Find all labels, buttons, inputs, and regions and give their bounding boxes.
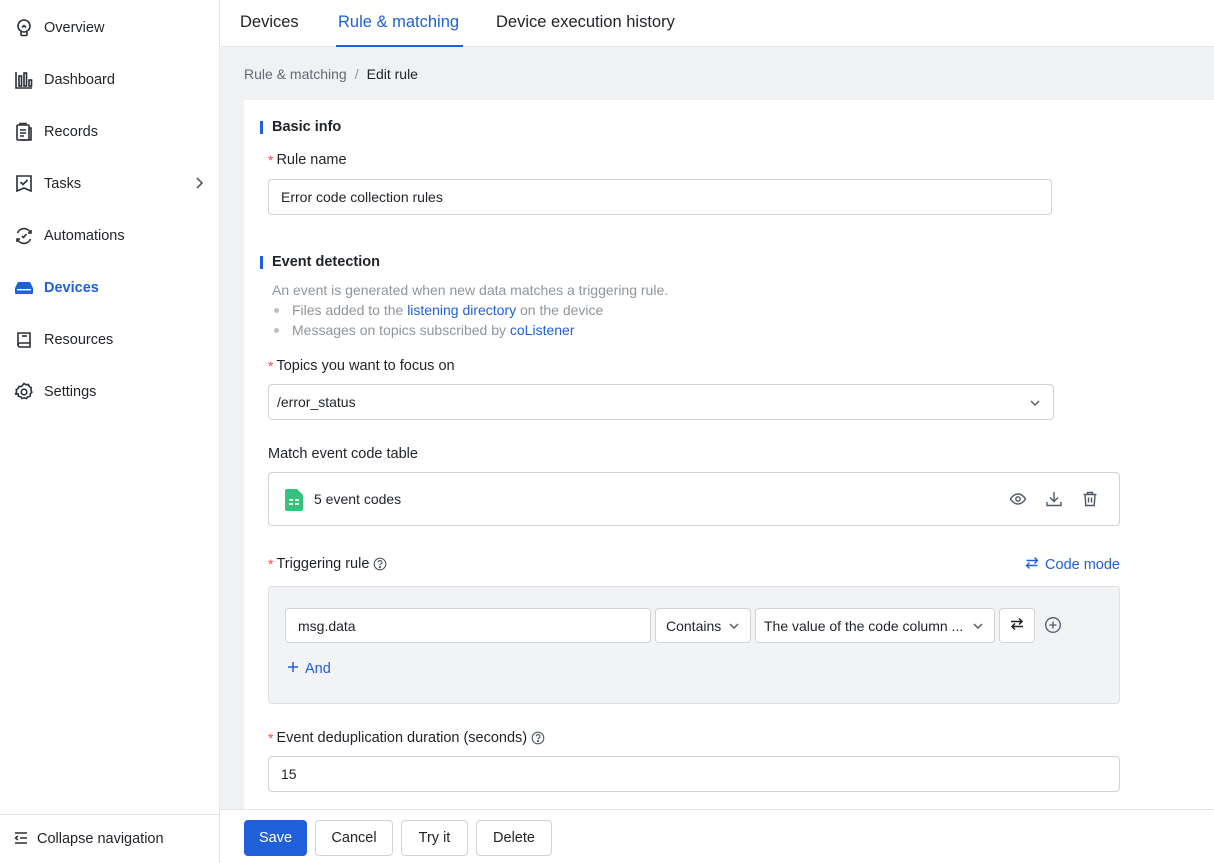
clipboard-icon <box>13 121 35 143</box>
breadcrumb-current: Edit rule <box>366 66 418 82</box>
tab-rule-matching[interactable]: Rule & matching <box>335 0 464 47</box>
chevron-down-icon <box>1029 396 1041 412</box>
chevron-down-icon <box>972 619 984 635</box>
section-title-event-detection: Event detection <box>260 254 380 270</box>
rule-form: Basic info * Rule name Error code collec… <box>244 100 1214 810</box>
sidebar: Overview Dashboard Records Tasks Automat… <box>0 0 220 863</box>
sidebar-item-devices[interactable]: Devices <box>0 262 219 314</box>
bar-chart-icon <box>13 69 35 91</box>
match-table-label: Match event code table <box>268 446 418 462</box>
required-marker: * <box>268 152 274 168</box>
triggering-rule-label: * Triggering rule <box>268 556 387 572</box>
add-condition-icon[interactable] <box>1044 616 1062 637</box>
sidebar-item-settings[interactable]: Settings <box>0 366 219 418</box>
sidebar-item-resources[interactable]: Resources <box>0 314 219 366</box>
rule-value: The value of the code column ... <box>764 617 964 634</box>
list-item: Messages on topics subscribed by coListe… <box>274 322 574 338</box>
sidebar-item-tasks[interactable]: Tasks <box>0 158 219 210</box>
sidebar-item-label: Devices <box>44 280 99 296</box>
sidebar-item-label: Resources <box>44 332 114 348</box>
book-icon <box>13 329 35 351</box>
dedup-duration-label: * Event deduplication duration (seconds) <box>268 730 545 746</box>
task-checklist-icon <box>13 173 35 195</box>
topics-label: * Topics you want to focus on <box>268 358 455 374</box>
device-icon <box>13 277 35 299</box>
spreadsheet-icon <box>285 489 303 514</box>
trash-icon[interactable] <box>1081 490 1099 511</box>
lightbulb-icon <box>13 17 35 39</box>
rule-operator-value: Contains <box>666 617 722 634</box>
collapse-navigation-button[interactable]: Collapse navigation <box>0 814 219 863</box>
gear-icon <box>13 381 35 403</box>
swap-icon <box>1009 616 1025 635</box>
sidebar-item-overview[interactable]: Overview <box>0 2 219 54</box>
topics-select[interactable]: /error_status <box>268 384 1054 420</box>
collapse-navigation-label: Collapse navigation <box>37 831 164 847</box>
sidebar-item-label: Tasks <box>44 176 82 192</box>
chevron-right-icon <box>193 176 205 193</box>
sidebar-item-label: Records <box>44 124 98 140</box>
event-detection-description: An event is generated when new data matc… <box>272 282 669 298</box>
rule-field-input[interactable]: msg.data <box>285 608 651 643</box>
eye-icon[interactable] <box>1009 490 1027 511</box>
event-code-count: 5 event codes <box>314 491 402 507</box>
sidebar-item-label: Dashboard <box>44 72 115 88</box>
rule-operator-select[interactable]: Contains <box>655 608 751 643</box>
section-title-basic-info: Basic info <box>260 119 341 135</box>
list-item: Files added to the listening directory o… <box>274 302 603 318</box>
tab-device-execution-history[interactable]: Device execution history <box>496 0 675 47</box>
listening-directory-link[interactable]: listening directory <box>407 302 516 318</box>
swap-operands-button[interactable] <box>999 608 1035 643</box>
breadcrumb: Rule & matching / Edit rule <box>244 66 418 82</box>
try-it-button[interactable]: Try it <box>401 820 468 856</box>
chevron-down-icon <box>728 619 740 635</box>
topics-select-value: /error_status <box>277 394 356 410</box>
cancel-button[interactable]: Cancel <box>315 820 393 856</box>
collapse-menu-icon <box>13 830 29 849</box>
sidebar-item-records[interactable]: Records <box>0 106 219 158</box>
event-code-table-file: 5 event codes <box>268 472 1120 526</box>
tab-devices[interactable]: Devices <box>240 0 299 47</box>
sidebar-item-dashboard[interactable]: Dashboard <box>0 54 219 106</box>
download-icon[interactable] <box>1045 490 1063 511</box>
code-mode-button[interactable]: Code mode <box>1025 556 1120 574</box>
swap-arrows-icon <box>1025 556 1045 574</box>
rule-name-input[interactable]: Error code collection rules <box>268 179 1052 215</box>
colistener-link[interactable]: coListener <box>510 322 575 338</box>
breadcrumb-parent[interactable]: Rule & matching <box>244 66 347 82</box>
sidebar-item-label: Settings <box>44 384 97 400</box>
required-marker: * <box>268 358 274 374</box>
top-tabs: Devices Rule & matching Device execution… <box>220 0 1214 47</box>
save-button[interactable]: Save <box>244 820 307 856</box>
plus-icon <box>287 661 305 677</box>
rule-value-select[interactable]: The value of the code column ... <box>755 608 995 643</box>
breadcrumb-separator: / <box>354 66 359 82</box>
triggering-rule-builder: msg.data Contains The value of the code … <box>268 586 1120 704</box>
add-and-button[interactable]: And <box>287 661 331 677</box>
help-icon[interactable] <box>531 731 545 745</box>
sidebar-item-label: Automations <box>44 228 125 244</box>
delete-button[interactable]: Delete <box>476 820 552 856</box>
footer-actions: Save Cancel Try it Delete <box>220 809 1214 863</box>
required-marker: * <box>268 556 274 572</box>
sidebar-item-label: Overview <box>44 20 105 36</box>
sidebar-item-automations[interactable]: Automations <box>0 210 219 262</box>
automation-icon <box>13 225 35 247</box>
help-icon[interactable] <box>373 557 387 571</box>
rule-name-label: * Rule name <box>268 152 347 168</box>
required-marker: * <box>268 730 274 746</box>
dedup-duration-input[interactable]: 15 <box>268 756 1120 792</box>
